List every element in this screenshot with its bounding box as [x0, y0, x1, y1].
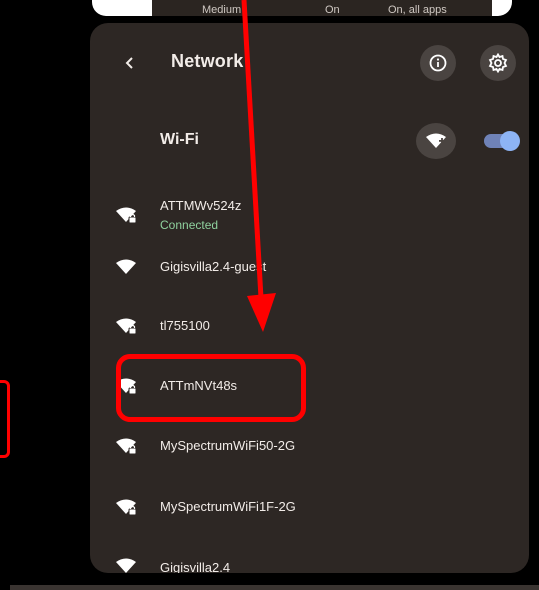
network-panel: Network Wi-Fi ATTMWv524z Connected Gigis… — [90, 23, 529, 573]
back-button[interactable] — [118, 51, 142, 75]
page-title: Network — [171, 51, 244, 71]
network-row[interactable]: MySpectrumWiFi1F-2G — [90, 480, 529, 534]
network-row[interactable]: tl755100 — [90, 299, 529, 353]
annotation-highlight-box — [116, 354, 306, 422]
wifi-secured-icon — [116, 438, 137, 455]
top-settings-card: Medium On On, all apps — [92, 0, 512, 16]
wifi-secured-icon — [116, 318, 137, 335]
wifi-open-icon — [116, 259, 136, 274]
top-strip-col2: On — [325, 4, 340, 16]
info-icon — [429, 54, 447, 72]
wifi-toggle-knob — [500, 131, 520, 151]
gear-icon — [488, 53, 508, 73]
network-row[interactable]: ATTMWv524z Connected — [90, 188, 529, 242]
top-strip-col1: Medium — [202, 4, 242, 16]
network-name: MySpectrumWiFi50-2G — [160, 438, 296, 453]
network-status: Connected — [160, 218, 219, 232]
network-name: MySpectrumWiFi1F-2G — [160, 499, 296, 514]
network-name: Gigisvilla2.4-guest — [160, 259, 267, 274]
network-row[interactable]: MySpectrumWiFi50-2G — [90, 419, 529, 473]
settings-button[interactable] — [480, 45, 516, 81]
wifi-section-label: Wi-Fi — [160, 131, 199, 148]
network-row[interactable]: Gigisvilla2.4-guest — [90, 240, 529, 294]
network-name: tl755100 — [160, 318, 210, 333]
network-row[interactable]: Gigisvilla2.4 — [90, 544, 529, 573]
info-button[interactable] — [420, 45, 456, 81]
network-name: Gigisvilla2.4 — [160, 560, 231, 573]
add-wifi-button[interactable] — [416, 123, 456, 159]
wifi-secured-icon — [116, 207, 137, 224]
top-settings-row: Medium On On, all apps — [152, 0, 492, 16]
top-strip-col3: On, all apps — [388, 4, 447, 16]
chevron-left-icon — [125, 57, 133, 69]
annotation-box-left — [0, 380, 10, 458]
wifi-open-icon — [116, 558, 136, 573]
wifi-secured-icon — [116, 499, 137, 516]
wifi-add-icon — [426, 133, 446, 148]
network-name: ATTMWv524z — [160, 198, 242, 213]
wifi-toggle[interactable] — [484, 131, 520, 151]
bottom-shelf — [10, 585, 539, 590]
